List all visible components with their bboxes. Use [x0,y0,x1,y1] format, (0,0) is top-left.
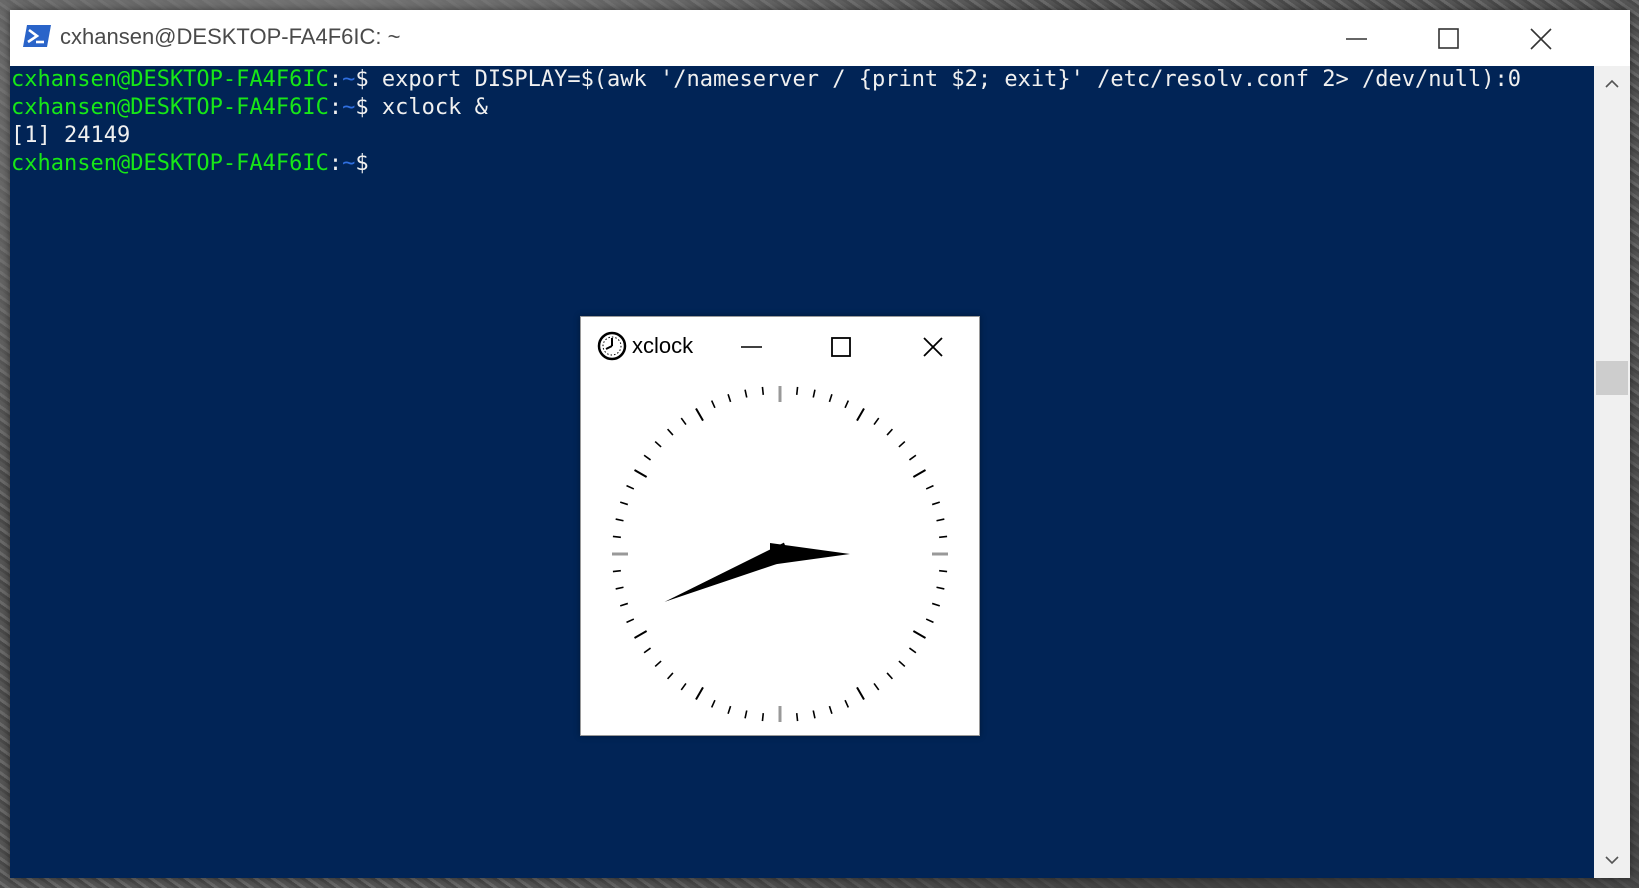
clock-tick [727,705,732,715]
clock-tick [939,535,948,539]
xclock-close-button[interactable] [908,325,958,369]
prompt-user: cxhansen@DESKTOP-FA4F6IC [11,95,329,120]
prompt-path: ~ [342,67,356,92]
clock-tick [912,630,926,639]
xclock-maximize-button[interactable] [816,325,866,369]
clock-tick [643,454,652,461]
clock-tick [666,428,674,436]
prompt-symbol: $ [355,151,369,176]
clock-tick [856,408,865,422]
clock-tick [680,417,687,426]
chevron-up-icon [1594,79,1630,106]
maximize-button[interactable] [1402,10,1494,66]
prompt-path: ~ [342,151,356,176]
clock-tick [912,469,926,478]
xclock-minimize-button[interactable] [726,325,776,369]
clock-tick [634,469,648,478]
clock-tick [844,699,850,708]
prompt-symbol: $ [355,67,369,92]
command-text: xclock & [368,95,488,120]
clock-tick [856,686,865,700]
command-output: [1] 24149 [11,123,131,148]
minute-hand [770,543,850,565]
clock-tick [612,535,621,539]
clock-tick [695,686,704,700]
clock-tick [925,484,934,490]
clock-tick [886,672,894,680]
prompt-separator: : [328,95,343,120]
xclock-title: xclock [632,333,694,358]
clock-tick [936,518,945,522]
xclock-titlebar[interactable]: xclock [581,317,979,375]
terminal-line: [1] 24149 [10,122,1594,150]
clock-tick [695,408,704,422]
clock-tick [908,454,917,461]
clock-tick [828,705,833,715]
vertical-scrollbar[interactable] [1594,66,1630,878]
clock-tick [727,393,732,403]
clock-tick [666,672,674,680]
scroll-up-button[interactable] [1594,66,1630,102]
clock-tick [812,389,816,398]
terminal-line: cxhansen@DESKTOP-FA4F6IC:~$ export DISPL… [10,66,1594,94]
clock-tick [898,660,906,668]
clock-tick [619,602,629,607]
clock-tick [744,389,748,398]
clock-tick [634,630,648,639]
minimize-button[interactable] [1310,10,1402,66]
clock-tick [925,618,934,624]
clock-tick [936,586,945,590]
clock-tick [619,501,629,506]
command-text: export DISPLAY=$(awk '/nameserver / {pri… [368,67,1521,92]
terminal-line: cxhansen@DESKTOP-FA4F6IC:~$ [10,150,1594,178]
xclock-window[interactable]: xclock [580,316,980,736]
clock-icon [597,331,627,365]
terminal-line: cxhansen@DESKTOP-FA4F6IC:~$ xclock & [10,94,1594,122]
clock-tick [898,440,906,448]
prompt-separator: : [328,151,343,176]
chevron-down-icon [1594,856,1630,882]
clock-tick [761,713,765,722]
clock-tick [744,710,748,719]
clock-tick [626,484,635,490]
clock-tick [931,602,941,607]
clock-tick [873,417,880,426]
prompt-separator: : [328,67,343,92]
window-title: cxhansen@DESKTOP-FA4F6IC: ~ [60,24,401,49]
clock-tick [615,586,624,590]
clock-tick [612,569,621,573]
scroll-down-button[interactable] [1594,842,1630,878]
powershell-icon [22,24,52,48]
clock-tick [931,501,941,506]
clock-tick [844,400,850,409]
clock-tick [626,618,635,624]
clock-tick [654,660,662,668]
close-button[interactable] [1494,10,1586,66]
prompt-user: cxhansen@DESKTOP-FA4F6IC [11,67,329,92]
prompt-user: cxhansen@DESKTOP-FA4F6IC [11,151,329,176]
clock-tick [828,393,833,403]
clock-tick [812,710,816,719]
clock-tick [710,400,716,409]
clock-tick [795,386,799,395]
clock-tick [710,699,716,708]
prompt-symbol: $ [355,95,369,120]
clock-tick [761,386,765,395]
prompt-path: ~ [342,95,356,120]
clock-tick [908,647,917,654]
clock-tick [939,569,948,573]
clock-tick [654,440,662,448]
clock-tick [873,682,880,691]
clock-tick [795,713,799,722]
clock-tick [680,682,687,691]
clock-tick [643,647,652,654]
scroll-thumb[interactable] [1596,361,1628,395]
clock-tick [615,518,624,522]
terminal-titlebar[interactable]: cxhansen@DESKTOP-FA4F6IC: ~ [10,10,1630,66]
analog-clock-face [612,386,948,722]
clock-tick [886,428,894,436]
